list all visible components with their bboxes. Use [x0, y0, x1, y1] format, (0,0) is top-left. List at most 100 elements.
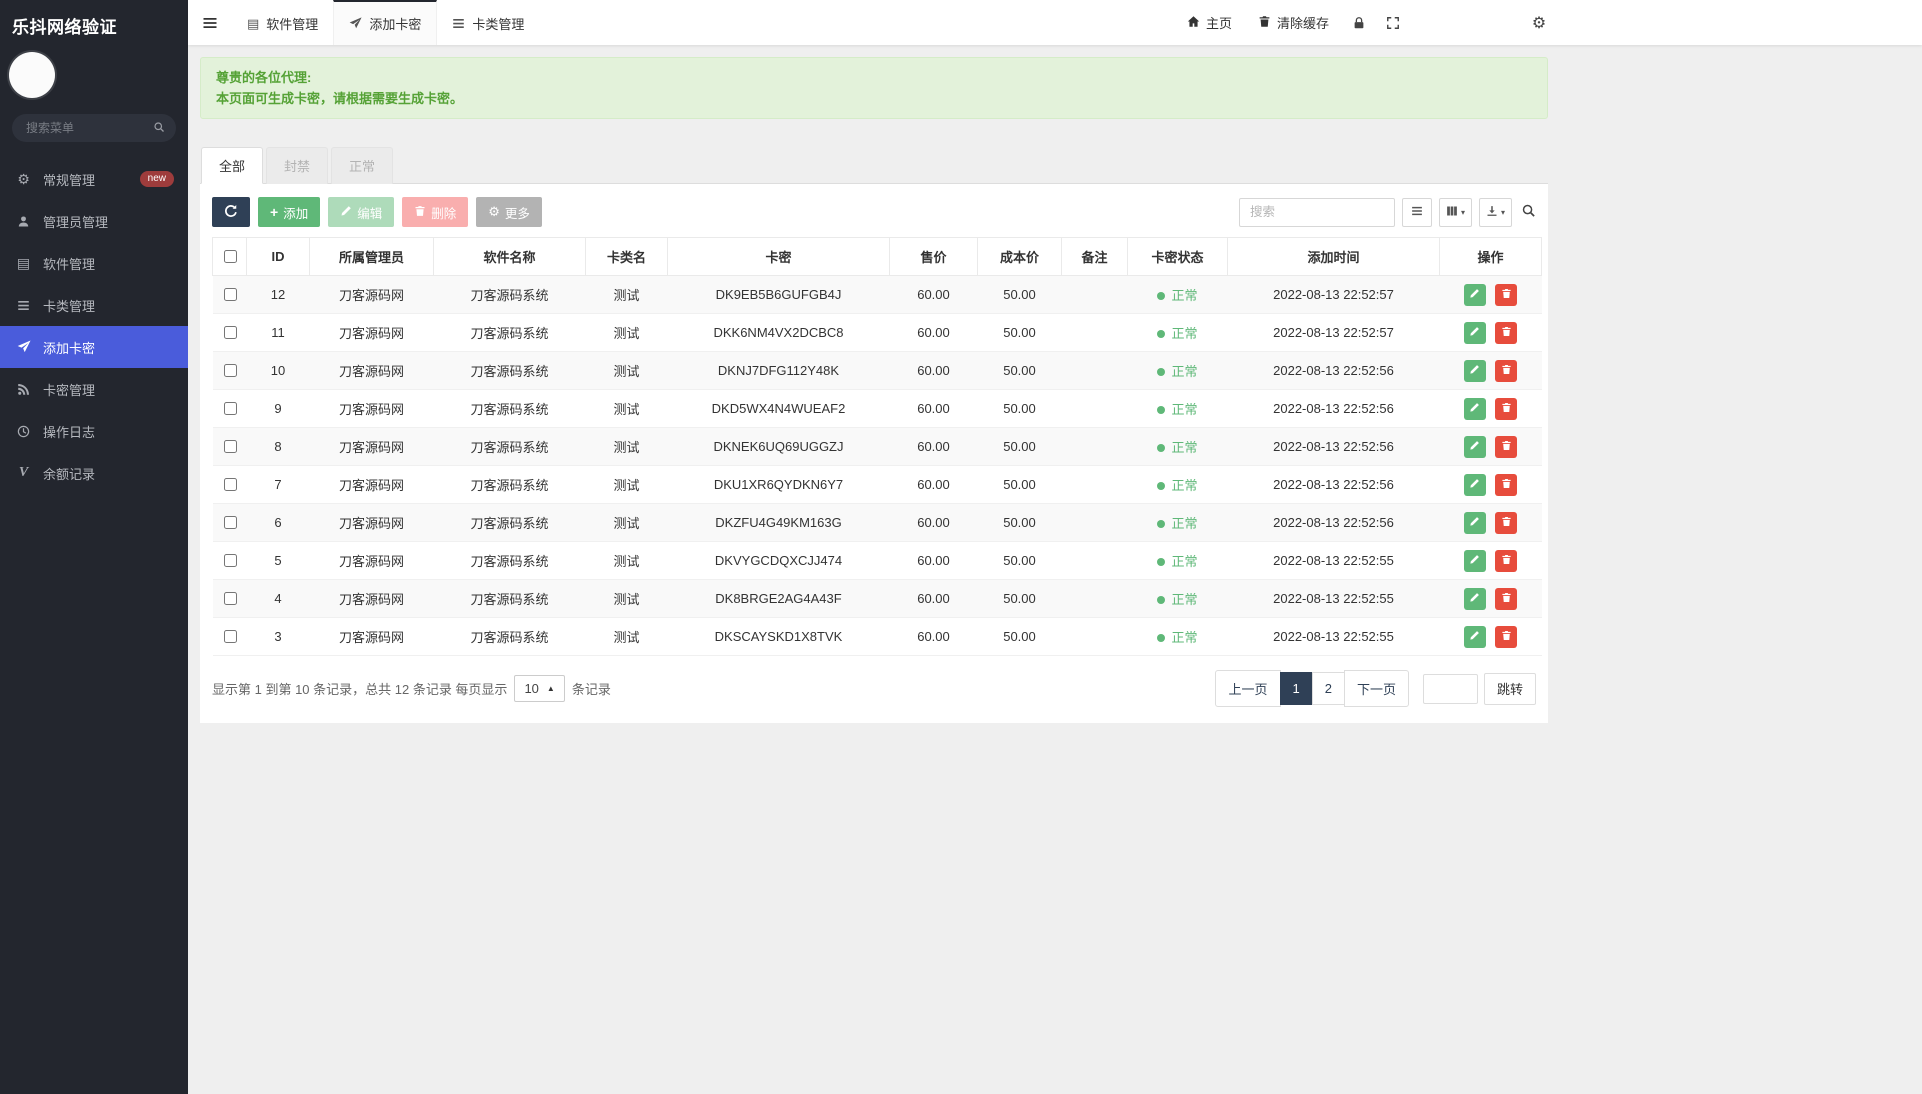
- filter-tab-banned[interactable]: 封禁: [266, 147, 329, 184]
- cell-remark: [1062, 390, 1128, 428]
- nav-tab-add-card-keys[interactable]: 添加卡密: [333, 0, 438, 45]
- sidebar-item-general[interactable]: ⚙ 常规管理 new: [0, 158, 188, 200]
- page-button-1[interactable]: 1: [1279, 672, 1313, 705]
- row-checkbox[interactable]: [223, 440, 237, 453]
- row-checkbox[interactable]: [223, 516, 237, 529]
- cell-time: 2022-08-13 22:52:57: [1273, 287, 1394, 302]
- page-size-select[interactable]: 10 ▲: [514, 675, 565, 702]
- next-page-button[interactable]: 下一页: [1343, 670, 1409, 707]
- sidebar-item-logs[interactable]: 操作日志: [0, 410, 188, 452]
- cell-price: 60.00: [917, 287, 950, 302]
- menu-search-input[interactable]: [12, 114, 176, 142]
- trash-icon: [1501, 591, 1512, 606]
- row-edit-button[interactable]: [1463, 435, 1486, 458]
- list-lines-icon: [15, 299, 32, 312]
- row-checkbox[interactable]: [223, 630, 237, 643]
- cell-status: 正常: [1128, 276, 1228, 314]
- pencil-icon: [1469, 515, 1480, 530]
- row-delete-button[interactable]: [1495, 283, 1518, 306]
- cell-remark: [1062, 618, 1128, 656]
- select-all-checkbox[interactable]: [223, 250, 237, 263]
- row-delete-button[interactable]: [1495, 473, 1518, 496]
- export-button[interactable]: ▾: [1478, 197, 1512, 227]
- page-button-2[interactable]: 2: [1311, 672, 1345, 705]
- row-checkbox[interactable]: [223, 554, 237, 567]
- status-label: 正常: [1171, 326, 1198, 341]
- row-edit-button[interactable]: [1463, 473, 1486, 496]
- row-checkbox[interactable]: [223, 326, 237, 339]
- nav-tab-card-types[interactable]: 卡类管理: [437, 0, 539, 45]
- row-checkbox[interactable]: [223, 478, 237, 491]
- row-delete-button[interactable]: [1495, 435, 1518, 458]
- sidebar-item-card-types[interactable]: 卡类管理: [0, 284, 188, 326]
- row-checkbox[interactable]: [223, 402, 237, 415]
- table-search-input[interactable]: [1238, 197, 1395, 227]
- edit-button[interactable]: 编辑: [328, 197, 395, 227]
- row-checkbox[interactable]: [223, 592, 237, 605]
- row-select-cell: [213, 542, 247, 580]
- row-delete-button[interactable]: [1495, 549, 1518, 572]
- jump-button[interactable]: 跳转: [1483, 672, 1536, 705]
- cell-cost: 50.00: [1003, 401, 1036, 416]
- status-label: 正常: [1171, 364, 1198, 379]
- search-toggle-button[interactable]: [1521, 203, 1536, 221]
- row-edit-button[interactable]: [1463, 587, 1486, 610]
- sidebar-item-balance[interactable]: V 余额记录: [0, 452, 188, 494]
- lock-icon[interactable]: [1342, 0, 1376, 45]
- cell-status: 正常: [1128, 390, 1228, 428]
- row-delete-button[interactable]: [1495, 321, 1518, 344]
- row-checkbox[interactable]: [223, 364, 237, 377]
- avatar[interactable]: [9, 52, 55, 98]
- toggle-view-button[interactable]: [1401, 197, 1432, 227]
- cell-software: 刀客源码系统: [470, 364, 549, 379]
- row-delete-button[interactable]: [1495, 359, 1518, 382]
- cell-admin: 刀客源码网: [338, 554, 404, 569]
- cell-actions: [1440, 390, 1542, 428]
- prev-page-button[interactable]: 上一页: [1215, 670, 1281, 707]
- user-icon: [15, 215, 32, 228]
- nav-tab-software[interactable]: ▤ 软件管理: [232, 0, 333, 45]
- row-delete-button[interactable]: [1495, 625, 1518, 648]
- row-edit-button[interactable]: [1463, 511, 1486, 534]
- settings-icon[interactable]: ⚙: [1522, 0, 1556, 45]
- row-edit-button[interactable]: [1463, 283, 1486, 306]
- cell-actions: [1440, 542, 1542, 580]
- sidebar-item-software[interactable]: ▤ 软件管理: [0, 242, 188, 284]
- sidebar-item-card-keys[interactable]: 卡密管理: [0, 368, 188, 410]
- row-delete-button[interactable]: [1495, 587, 1518, 610]
- refresh-button[interactable]: [212, 197, 250, 227]
- row-edit-button[interactable]: [1463, 549, 1486, 572]
- row-edit-button[interactable]: [1463, 397, 1486, 420]
- fullscreen-icon[interactable]: [1376, 0, 1410, 45]
- row-edit-button[interactable]: [1463, 625, 1486, 648]
- delete-button[interactable]: 删除: [402, 197, 469, 227]
- status-label: 正常: [1171, 630, 1198, 645]
- sidebar-item-add-card-keys[interactable]: 添加卡密: [0, 326, 188, 368]
- add-button[interactable]: + 添加: [258, 197, 321, 227]
- clear-cache-link[interactable]: 清除缓存: [1245, 0, 1342, 45]
- pencil-icon: [1469, 439, 1480, 454]
- more-button[interactable]: ⚙ 更多: [476, 197, 542, 227]
- jump-page-input[interactable]: [1422, 673, 1478, 704]
- row-edit-button[interactable]: [1463, 321, 1486, 344]
- cell-cost: 50.00: [1003, 515, 1036, 530]
- trash-icon: [1501, 629, 1512, 644]
- row-delete-button[interactable]: [1495, 511, 1518, 534]
- cell-remark: [1062, 276, 1128, 314]
- cell-card-key: DKD5WX4N4WUEAF2: [711, 401, 846, 416]
- header-remark: 备注: [1061, 237, 1128, 276]
- row-edit-button[interactable]: [1463, 359, 1486, 382]
- columns-button[interactable]: ▾: [1438, 197, 1472, 227]
- home-link[interactable]: 主页: [1174, 0, 1245, 45]
- sidebar-item-admins[interactable]: 管理员管理: [0, 200, 188, 242]
- row-delete-button[interactable]: [1495, 397, 1518, 420]
- status-label: 正常: [1171, 478, 1198, 493]
- row-checkbox[interactable]: [223, 288, 237, 301]
- filter-tab-all[interactable]: 全部: [201, 147, 264, 184]
- more-button-label: 更多: [504, 206, 530, 221]
- filter-tab-normal[interactable]: 正常: [331, 147, 394, 184]
- status-dot-icon: [1157, 634, 1166, 642]
- menu-toggle-icon[interactable]: [188, 0, 232, 45]
- sidebar-menu: ⚙ 常规管理 new 管理员管理 ▤ 软件管理 卡类管理 添加卡密 卡密管理 操…: [0, 158, 188, 494]
- rss-icon: [15, 383, 32, 396]
